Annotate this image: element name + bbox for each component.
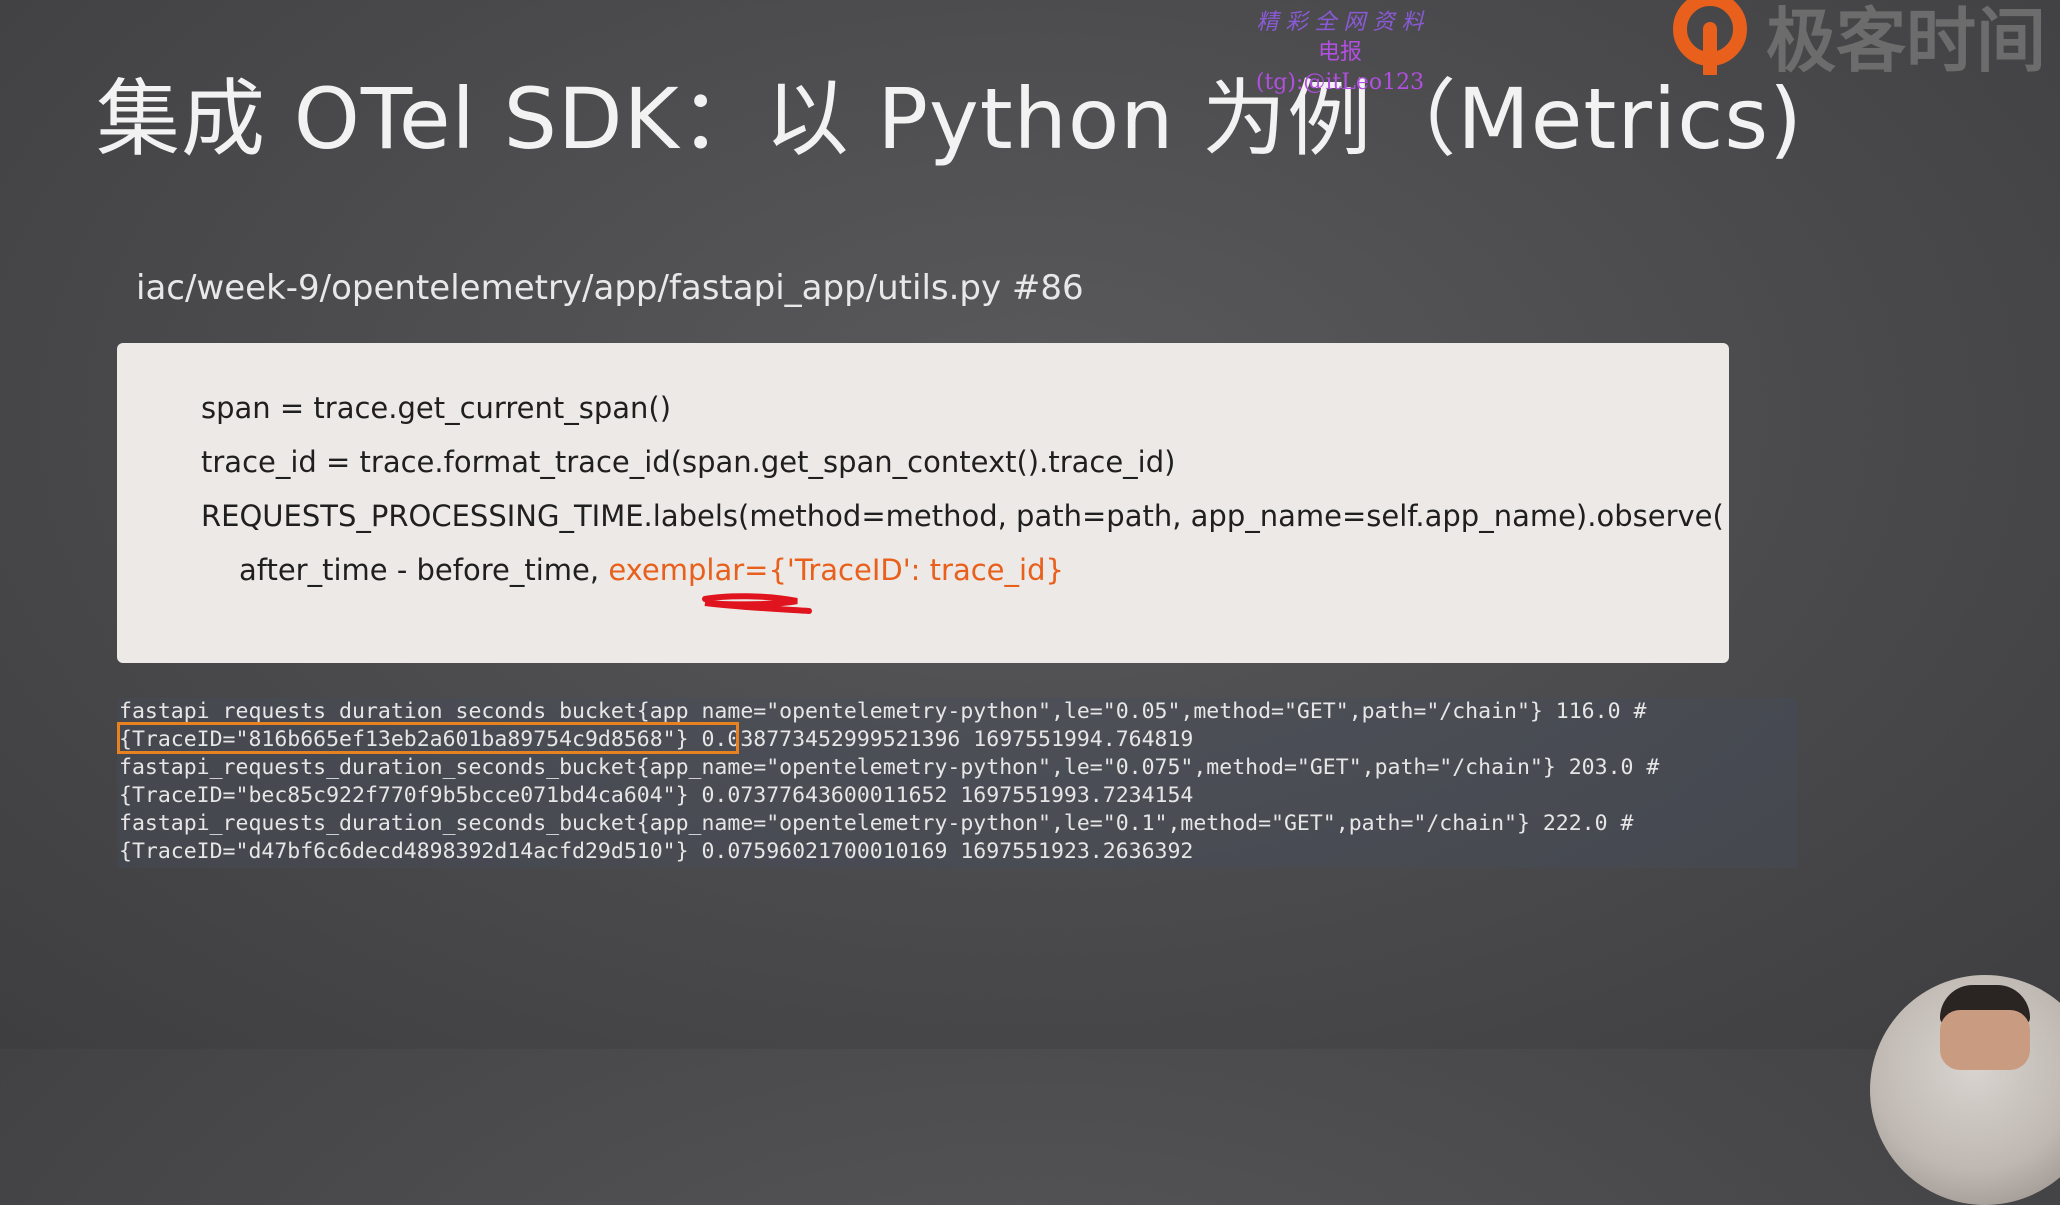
metric-line: fastapi_requests_duration_seconds_bucket… (119, 755, 1660, 780)
exemplar-highlight: exemplar={'TraceID': trace_id} (608, 553, 1064, 587)
file-path: iac/week-9/opentelemetry/app/fastapi_app… (136, 268, 1084, 308)
slide-title: 集成 OTel SDK：以 Python 为例（Metrics) (96, 70, 1803, 168)
metric-line: {TraceID="bec85c922f770f9b5bcce071bd4ca6… (119, 783, 1194, 808)
code-line: after_time - before_time, exemplar={'Tra… (239, 553, 1064, 587)
presenter-avatar (1870, 975, 2060, 1205)
brand-name: 极客时间 (1766, 0, 2046, 82)
watermark: 精 彩 全 网 资 料 电报(tg):@itLeo123 (1240, 8, 1440, 98)
metrics-output: fastapi_requests_duration_seconds_bucket… (117, 698, 1797, 868)
code-line: span = trace.get_current_span() (201, 391, 672, 425)
avatar-face (1940, 1010, 2030, 1070)
watermark-line-1: 精 彩 全 网 资 料 (1256, 10, 1424, 35)
code-line: trace_id = trace.format_trace_id(span.ge… (201, 445, 1176, 479)
trace-id-highlight-box (117, 722, 739, 754)
code-box: span = trace.get_current_span() trace_id… (117, 343, 1729, 663)
metric-line: {TraceID="d47bf6c6decd4898392d14acfd29d5… (119, 839, 1194, 864)
red-underline-annotation (702, 593, 812, 614)
code-text: after_time - before_time, (239, 553, 609, 587)
brand: 极客时间 (1670, 0, 2046, 82)
code-line: REQUESTS_PROCESSING_TIME.labels(method=m… (201, 499, 1724, 533)
brand-logo-icon (1670, 0, 1750, 80)
watermark-line-2: 电报(tg):@itLeo123 (1255, 40, 1425, 95)
metric-line: fastapi_requests_duration_seconds_bucket… (119, 811, 1634, 836)
